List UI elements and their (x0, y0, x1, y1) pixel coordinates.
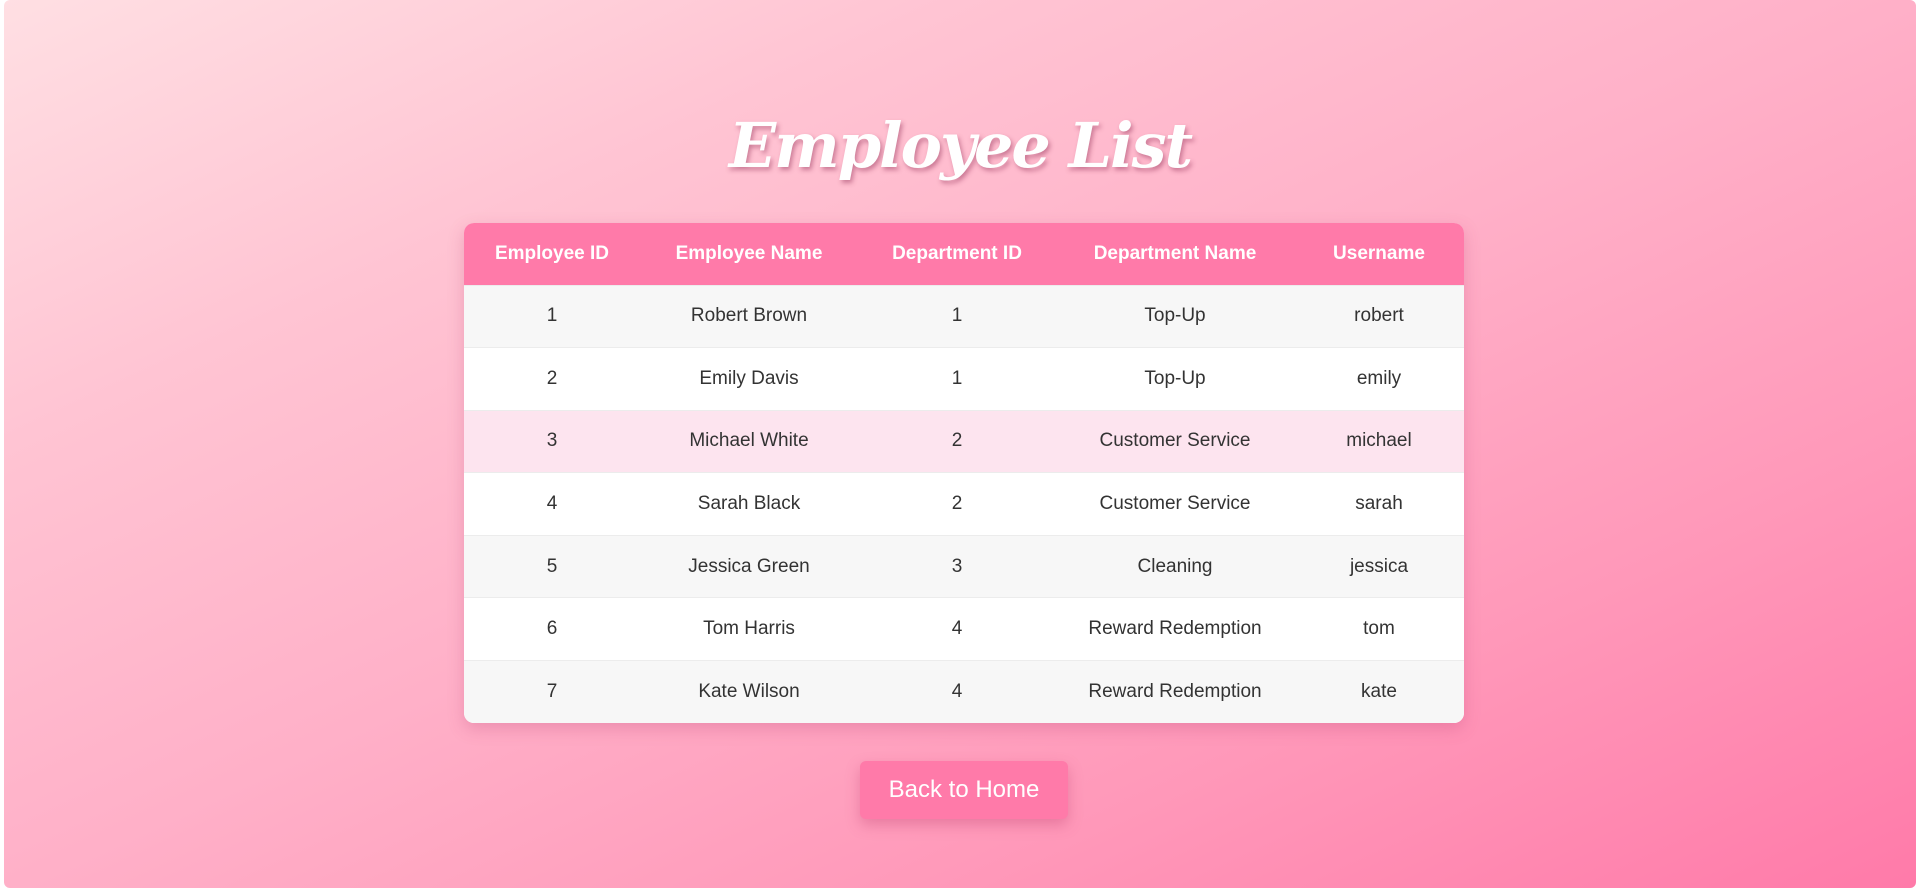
cell-username: robert (1354, 305, 1404, 327)
table-body: 1 Robert Brown 1 Top-Up robert 2 Emily D… (464, 285, 1464, 724)
employee-table-card: Employee ID Employee Name Department ID … (464, 223, 1464, 724)
cell-employee-name: Michael White (689, 430, 809, 452)
cell-department-id: 2 (951, 493, 963, 515)
table-header: Employee ID Employee Name Department ID … (464, 223, 1464, 285)
cell-employee-name: Kate Wilson (698, 681, 800, 703)
cell-employee-name: Jessica Green (688, 555, 810, 577)
cell-department-name: Top-Up (1144, 367, 1206, 389)
cell-username: emily (1356, 367, 1402, 389)
cell-department-name: Customer Service (1099, 493, 1251, 515)
cell-employee-id: 2 (546, 367, 558, 389)
cell-employee-id: 5 (546, 555, 558, 577)
cell-username: michael (1346, 430, 1412, 452)
cell-employee-name: Robert Brown (690, 305, 808, 327)
cell-department-id: 3 (951, 555, 963, 577)
table-row: 1 Robert Brown 1 Top-Up robert (464, 285, 1464, 348)
page-background: Employee List Employee ID Employee Name … (4, 0, 1916, 888)
cell-department-id: 1 (951, 305, 963, 327)
cell-username: jessica (1349, 555, 1409, 577)
cell-department-id: 4 (951, 618, 963, 640)
cell-employee-id: 4 (546, 493, 558, 515)
cell-department-name: Cleaning (1137, 555, 1213, 577)
cell-username: tom (1363, 618, 1395, 640)
cell-department-id: 2 (951, 430, 963, 452)
page-title: Employee List (728, 109, 1193, 182)
table-row: 2 Emily Davis 1 Top-Up emily (464, 347, 1464, 411)
cell-employee-id: 1 (546, 305, 558, 327)
cell-employee-id: 7 (546, 681, 558, 703)
cell-employee-name: Tom Harris (703, 618, 795, 640)
table-row: 7 Kate Wilson 4 Reward Redemption kate (464, 660, 1464, 724)
column-header-username: Username (1333, 242, 1425, 264)
cell-department-id: 1 (951, 367, 963, 389)
cell-username: sarah (1355, 493, 1403, 515)
cell-employee-id: 3 (546, 430, 558, 452)
column-header-employee-id: Employee ID (494, 242, 610, 264)
cell-username: kate (1361, 681, 1397, 703)
table-row: 4 Sarah Black 2 Customer Service sarah (464, 472, 1464, 536)
cell-department-name: Reward Redemption (1088, 681, 1262, 703)
column-header-employee-name: Employee Name (675, 242, 823, 264)
cell-department-name: Top-Up (1144, 305, 1206, 327)
table-header-row: Employee ID Employee Name Department ID … (464, 223, 1464, 285)
cell-department-id: 4 (951, 681, 963, 703)
cell-department-name: Reward Redemption (1088, 618, 1262, 640)
cell-department-name: Customer Service (1099, 430, 1251, 452)
column-header-department-name: Department Name (1093, 242, 1257, 264)
employee-table: Employee ID Employee Name Department ID … (464, 223, 1464, 724)
column-header-department-id: Department ID (892, 242, 1022, 264)
table-row-hovered: 3 Michael White 2 Customer Service micha… (464, 410, 1464, 473)
cell-employee-name: Sarah Black (697, 493, 801, 515)
table-row: 6 Tom Harris 4 Reward Redemption tom (464, 597, 1464, 661)
cell-employee-name: Emily Davis (699, 367, 799, 389)
cell-employee-id: 6 (546, 618, 558, 640)
table-row: 5 Jessica Green 3 Cleaning jessica (464, 535, 1464, 598)
back-to-home-button[interactable]: Back to Home (860, 761, 1068, 819)
